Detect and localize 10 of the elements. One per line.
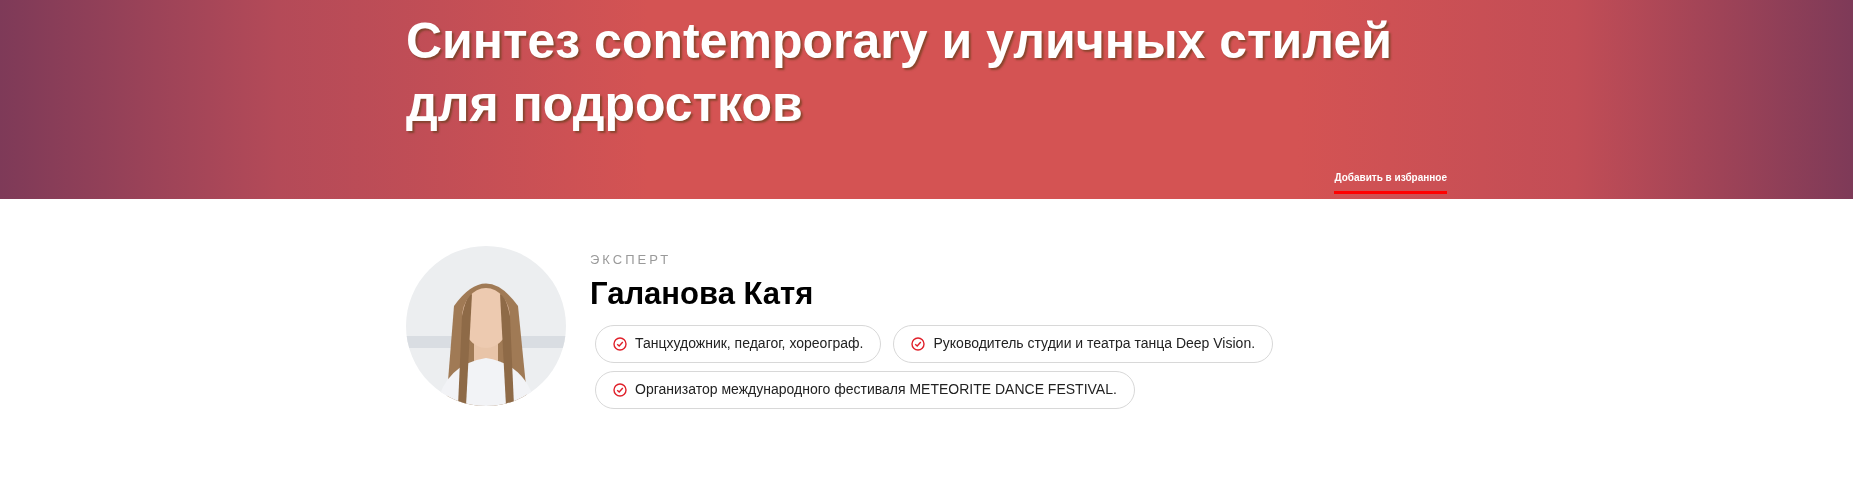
- check-circle-icon: [613, 382, 627, 397]
- fact-text: Танцхудожник, педагог, хореограф.: [635, 334, 864, 353]
- fact-text: Организатор международного фестиваля METEORITE DANCE FESTIVAL.: [635, 380, 1117, 399]
- expert-name: Галанова Катя: [590, 274, 815, 313]
- add-to-favorites-link[interactable]: Добавить в избранное: [1334, 170, 1447, 194]
- check-circle-icon: [911, 336, 926, 351]
- check-circle-icon: [613, 336, 627, 351]
- expert-label: ЭКСПЕРТ: [590, 251, 673, 269]
- fact-text: Руководитель студии и театра танца Deep Vision.: [933, 334, 1256, 353]
- page-title: Синтез contemporary и уличных стилей для подростков: [406, 12, 1393, 134]
